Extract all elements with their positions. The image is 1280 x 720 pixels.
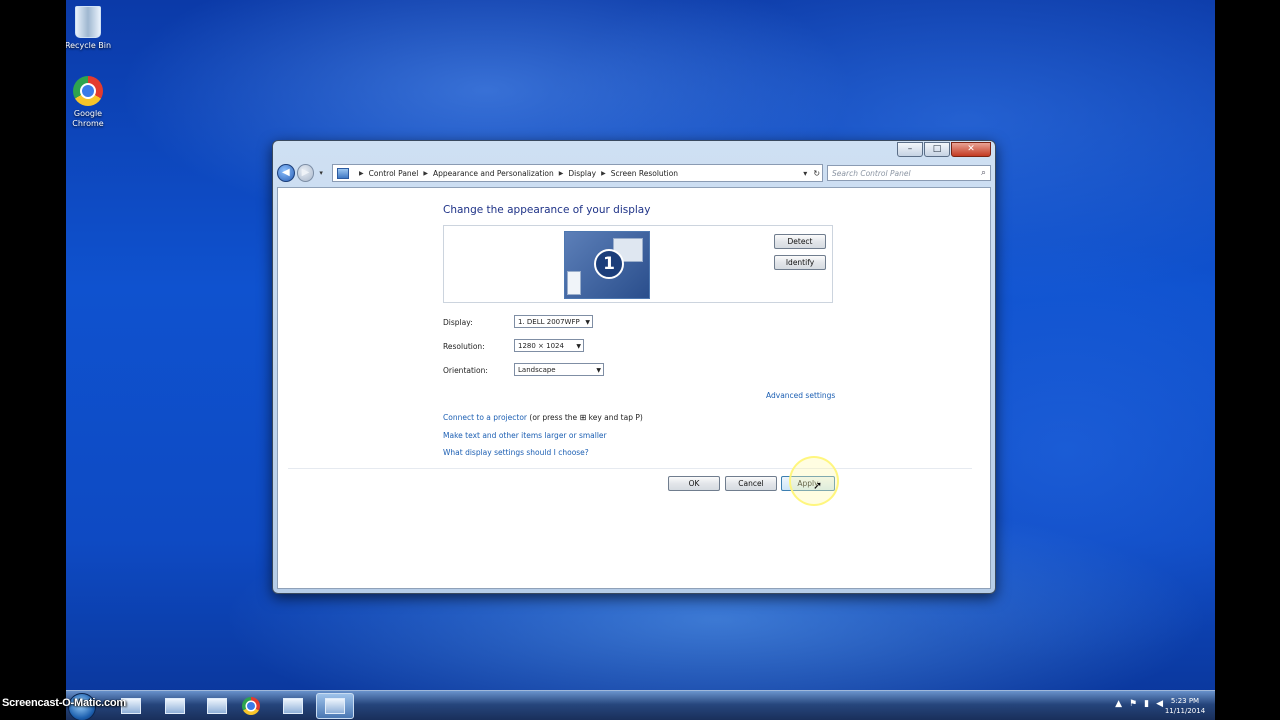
network-icon[interactable]: ▮ xyxy=(1144,699,1149,709)
taskbar-app[interactable] xyxy=(274,693,312,719)
clock[interactable]: 5:23 PM 11/11/2014 xyxy=(1163,696,1207,716)
folder-icon xyxy=(165,698,185,714)
advanced-settings-link[interactable]: Advanced settings xyxy=(766,391,835,400)
clock-date: 11/11/2014 xyxy=(1164,707,1206,715)
forward-button[interactable]: ▶ xyxy=(296,164,315,182)
window-icon xyxy=(283,698,303,714)
cancel-button[interactable]: Cancel xyxy=(725,476,777,491)
chrome-icon xyxy=(242,697,260,715)
display-select[interactable]: 1. DELL 2007WFP ▼ xyxy=(514,315,593,328)
minimize-button[interactable]: – xyxy=(897,142,923,157)
monitor-window-graphic xyxy=(567,271,581,295)
monitor-number-badge: 1 xyxy=(594,249,624,279)
breadcrumb-appearance[interactable]: Appearance and Personalization xyxy=(433,169,554,178)
google-chrome-shortcut[interactable]: Google Chrome xyxy=(66,76,118,129)
chevron-down-icon: ▼ xyxy=(596,367,601,374)
connect-projector-link[interactable]: Connect to a projector xyxy=(443,413,527,422)
resolution-select[interactable]: 1280 × 1024 ▼ xyxy=(514,339,584,352)
display-help-link[interactable]: What display settings should I choose? xyxy=(443,448,589,457)
search-box[interactable]: Search Control Panel ⌕ xyxy=(827,165,992,181)
ok-button[interactable]: OK xyxy=(668,476,720,491)
breadcrumb-screen-resolution[interactable]: Screen Resolution xyxy=(611,169,678,178)
projector-row: Connect to a projector (or press the ⊞ k… xyxy=(443,413,643,422)
taskbar-control-panel[interactable] xyxy=(316,693,354,719)
address-dropdown-icon[interactable]: ▾ xyxy=(803,169,807,178)
control-panel-icon xyxy=(325,698,345,714)
detect-button[interactable]: Detect xyxy=(774,234,826,249)
volume-icon[interactable]: ◀ xyxy=(1156,699,1163,709)
show-hidden-icons-icon[interactable]: ▲ xyxy=(1115,699,1122,709)
display-select-value: 1. DELL 2007WFP xyxy=(518,318,580,326)
breadcrumb-separator-icon: ▶ xyxy=(601,169,606,177)
navigation-bar: ◀ ▶ ▾ ▶ Control Panel ▶ Appearance and P… xyxy=(277,163,992,183)
windows-key-icon: ⊞ xyxy=(579,413,587,422)
chrome-icon xyxy=(73,76,103,106)
content-pane: Change the appearance of your display 1 … xyxy=(277,187,991,589)
resolution-label: Resolution: xyxy=(443,342,485,351)
clock-time: 5:23 PM xyxy=(1170,697,1200,705)
desktop: Recycle Bin Google Chrome – □ ✕ ◀ ▶ ▾ ▶ … xyxy=(66,0,1215,720)
chevron-down-icon: ▼ xyxy=(585,319,590,326)
projector-note-end: key and tap P) xyxy=(588,413,643,422)
breadcrumb-separator-icon: ▶ xyxy=(359,169,364,177)
caption-buttons: – □ ✕ xyxy=(897,142,991,157)
resolution-select-value: 1280 × 1024 xyxy=(518,342,564,350)
control-panel-icon xyxy=(337,167,350,179)
breadcrumb-control-panel[interactable]: Control Panel xyxy=(369,169,419,178)
flag-icon[interactable]: ⚑ xyxy=(1129,699,1137,709)
recycle-bin-shortcut[interactable]: Recycle Bin xyxy=(66,6,118,51)
maximize-button[interactable]: □ xyxy=(924,142,950,157)
apply-button[interactable]: Apply xyxy=(781,476,835,491)
mouse-cursor-icon: ➚ xyxy=(813,479,823,492)
refresh-icon[interactable]: ↻ xyxy=(813,169,820,178)
chevron-down-icon: ▼ xyxy=(576,343,581,350)
orientation-select[interactable]: Landscape ▼ xyxy=(514,363,604,376)
taskbar: ▲ ⚑ ▮ ◀ 5:23 PM 11/11/2014 xyxy=(66,690,1215,720)
recycle-bin-label: Recycle Bin xyxy=(66,41,112,50)
address-bar[interactable]: ▶ Control Panel ▶ Appearance and Persona… xyxy=(332,164,824,182)
screencast-watermark: Screencast-O-Matic.com xyxy=(2,697,126,709)
orientation-label: Orientation: xyxy=(443,366,488,375)
search-placeholder: Search Control Panel xyxy=(832,168,911,178)
search-icon[interactable]: ⌕ xyxy=(981,168,986,178)
screen-resolution-window: – □ ✕ ◀ ▶ ▾ ▶ Control Panel ▶ Appearance… xyxy=(272,140,996,594)
text-size-link[interactable]: Make text and other items larger or smal… xyxy=(443,431,607,440)
recycle-bin-icon xyxy=(75,6,101,38)
monitor-arrangement: 1 Detect Identify xyxy=(443,225,833,303)
breadcrumb-separator-icon: ▶ xyxy=(558,169,564,177)
breadcrumb-display[interactable]: Display xyxy=(568,169,596,178)
breadcrumb-separator-icon: ▶ xyxy=(423,169,428,177)
media-player-icon xyxy=(207,698,227,714)
taskbar-media[interactable] xyxy=(198,693,236,719)
breadcrumb: ▶ Control Panel ▶ Appearance and Persona… xyxy=(354,169,678,178)
recent-pages-dropdown[interactable]: ▾ xyxy=(316,169,326,177)
display-label: Display: xyxy=(443,318,473,327)
orientation-select-value: Landscape xyxy=(518,366,556,374)
taskbar-chrome[interactable] xyxy=(232,693,270,719)
back-button[interactable]: ◀ xyxy=(277,164,295,182)
google-chrome-label: Google Chrome xyxy=(72,109,104,128)
divider xyxy=(288,468,972,469)
close-button[interactable]: ✕ xyxy=(951,142,991,157)
monitor-1-thumbnail[interactable]: 1 xyxy=(564,231,650,299)
projector-note-start: (or press the xyxy=(529,413,578,422)
system-tray: ▲ ⚑ ▮ ◀ xyxy=(1115,699,1163,709)
taskbar-explorer[interactable] xyxy=(156,693,194,719)
identify-button[interactable]: Identify xyxy=(774,255,826,270)
page-title: Change the appearance of your display xyxy=(443,204,651,216)
